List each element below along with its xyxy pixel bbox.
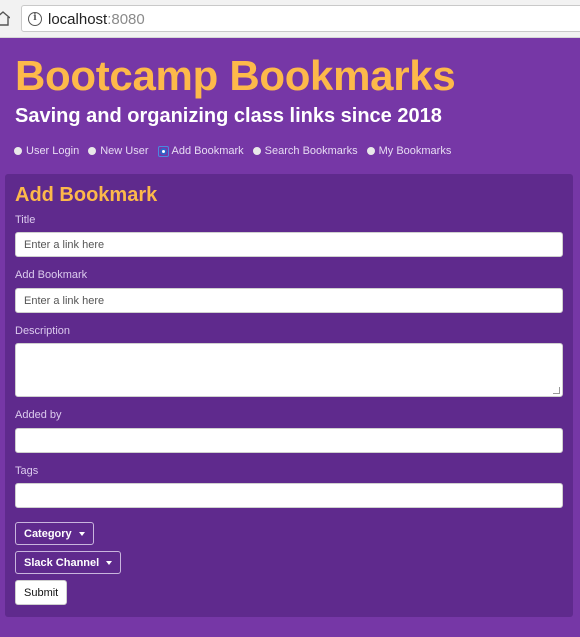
caret-down-icon	[106, 560, 113, 565]
nav-label: User Login	[26, 145, 80, 157]
nav-item-my-bookmarks[interactable]: My Bookmarks	[366, 145, 452, 157]
title-label: Title	[15, 214, 36, 226]
description-textarea[interactable]	[15, 343, 563, 397]
add-bookmark-form: Add Bookmark Title Add Bookmark Descript…	[5, 174, 573, 617]
nav-item-user-login[interactable]: User Login	[14, 145, 79, 157]
radio-icon[interactable]	[366, 147, 375, 155]
nav-label: Add Bookmark	[171, 145, 244, 157]
info-icon[interactable]: i	[28, 12, 42, 26]
page-body: Bootcamp Bookmarks Saving and organizing…	[0, 38, 580, 637]
bookmark-label: Add Bookmark	[15, 269, 88, 281]
url-text[interactable]: localhost:8080	[48, 11, 145, 28]
nav-item-new-user[interactable]: New User	[88, 145, 149, 157]
nav-item-add-bookmark[interactable]: Add Bookmark	[157, 145, 244, 157]
category-dropdown-label: Category	[24, 527, 72, 540]
nav-label: New User	[100, 145, 149, 157]
nav-radio-group: User Login New User Add Bookmark Search …	[14, 144, 460, 158]
tags-label: Tags	[15, 465, 39, 477]
radio-icon[interactable]	[252, 147, 261, 155]
home-icon[interactable]	[0, 10, 10, 26]
radio-selected-icon[interactable]	[159, 147, 167, 155]
category-dropdown[interactable]: Category	[15, 522, 94, 545]
address-bar[interactable]: i localhost:8080	[21, 5, 580, 32]
added-by-input[interactable]	[15, 428, 563, 453]
radio-icon[interactable]	[14, 147, 22, 155]
submit-button[interactable]: Submit	[15, 580, 68, 605]
resize-handle-icon[interactable]	[553, 387, 560, 394]
caret-down-icon	[78, 531, 85, 536]
slack-channel-dropdown[interactable]: Slack Channel	[15, 551, 122, 574]
url-host: localhost	[48, 11, 108, 28]
slack-dropdown-label: Slack Channel	[24, 556, 100, 569]
radio-icon[interactable]	[88, 147, 97, 155]
site-subtitle: Saving and organizing class links since …	[15, 105, 442, 127]
description-label: Description	[15, 325, 71, 337]
url-port: :8080	[107, 11, 145, 28]
browser-toolbar: i localhost:8080	[0, 0, 580, 38]
title-input[interactable]	[15, 232, 563, 257]
focus-ring	[157, 145, 169, 157]
nav-label: My Bookmarks	[378, 145, 452, 157]
bookmark-url-input[interactable]	[15, 288, 563, 313]
form-title: Add Bookmark	[15, 184, 158, 206]
tags-input[interactable]	[15, 483, 563, 508]
added-by-label: Added by	[15, 409, 62, 421]
site-title: Bootcamp Bookmarks	[15, 52, 456, 99]
nav-item-search-bookmarks[interactable]: Search Bookmarks	[252, 145, 358, 157]
nav-label: Search Bookmarks	[264, 145, 358, 157]
